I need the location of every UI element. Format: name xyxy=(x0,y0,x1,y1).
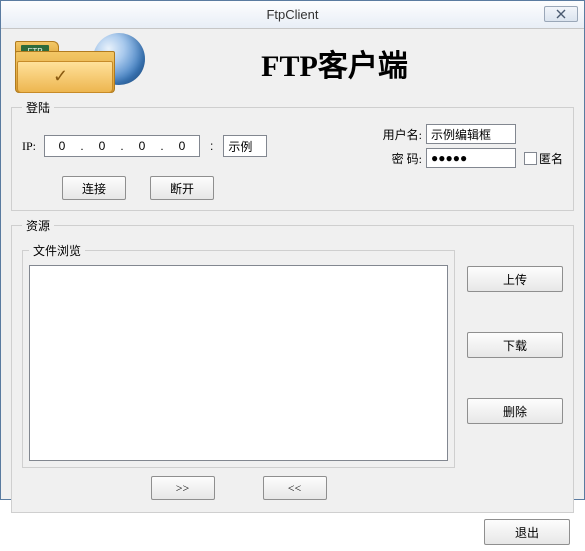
login-group: 登陆 IP: 0 . 0 . 0 . 0 : 示例 用户名: xyxy=(11,99,574,211)
login-buttons: 连接 断开 xyxy=(62,176,563,200)
password-label: 密 码: xyxy=(383,150,422,167)
disconnect-button[interactable]: 断开 xyxy=(150,176,214,200)
ip-octet-3: 0 xyxy=(131,139,153,153)
download-button[interactable]: 下载 xyxy=(467,332,563,358)
resource-legend: 资源 xyxy=(22,217,54,234)
file-browse-legend: 文件浏览 xyxy=(29,242,85,259)
port-input[interactable]: 示例 xyxy=(223,135,267,157)
resource-group: 资源 文件浏览 >> << 上传 下载 删除 xyxy=(11,217,574,513)
credentials-block: 用户名: 示例编辑框 密 码: ●●●●● 匿名 xyxy=(383,124,563,168)
titlebar: FtpClient xyxy=(1,1,584,29)
nav-buttons: >> << xyxy=(22,476,455,500)
delete-button[interactable]: 删除 xyxy=(467,398,563,424)
app-logo: FTP ✓ xyxy=(15,33,155,93)
window-title: FtpClient xyxy=(266,7,318,22)
close-button[interactable] xyxy=(544,6,578,22)
ip-octet-2: 0 xyxy=(91,139,113,153)
file-list[interactable] xyxy=(29,265,448,461)
close-icon xyxy=(556,9,566,19)
header-row: FTP ✓ FTP客户端 xyxy=(11,33,574,93)
password-input[interactable]: ●●●●● xyxy=(426,148,516,168)
anonymous-label: 匿名 xyxy=(539,150,563,167)
ip-dot: . xyxy=(159,139,165,154)
application-window: FtpClient FTP ✓ FTP客户端 登陆 IP: 0 xyxy=(0,0,585,500)
anonymous-checkbox[interactable]: 匿名 xyxy=(524,150,563,167)
ip-octet-4: 0 xyxy=(171,139,193,153)
port-value: 示例 xyxy=(228,138,252,155)
connect-button[interactable]: 连接 xyxy=(62,176,126,200)
prev-button[interactable]: << xyxy=(263,476,327,500)
app-title: FTP客户端 xyxy=(155,41,574,85)
login-legend: 登陆 xyxy=(22,99,54,116)
action-buttons: 上传 下载 删除 xyxy=(467,242,563,500)
port-colon: : xyxy=(210,139,213,153)
file-browse-group: 文件浏览 xyxy=(22,242,455,468)
exit-button[interactable]: 退出 xyxy=(484,519,570,545)
username-input[interactable]: 示例编辑框 xyxy=(426,124,516,144)
username-value: 示例编辑框 xyxy=(431,126,491,143)
next-button[interactable]: >> xyxy=(151,476,215,500)
ip-dot: . xyxy=(79,139,85,154)
ip-label: IP: xyxy=(22,139,36,154)
file-browse-area: 文件浏览 >> << xyxy=(22,242,455,500)
ip-octet-1: 0 xyxy=(51,139,73,153)
ip-input[interactable]: 0 . 0 . 0 . 0 xyxy=(44,135,200,157)
check-icon: ✓ xyxy=(53,67,68,85)
checkbox-icon xyxy=(524,152,537,165)
resource-body: 文件浏览 >> << 上传 下载 删除 xyxy=(22,242,563,500)
ip-dot: . xyxy=(119,139,125,154)
upload-button[interactable]: 上传 xyxy=(467,266,563,292)
login-row: IP: 0 . 0 . 0 . 0 : 示例 用户名: 示例编辑框 xyxy=(22,124,563,168)
client-area: FTP ✓ FTP客户端 登陆 IP: 0 . 0 . 0 . 0 xyxy=(1,29,584,551)
footer: 退出 xyxy=(11,519,574,545)
username-label: 用户名: xyxy=(383,126,422,143)
password-value: ●●●●● xyxy=(431,151,467,166)
